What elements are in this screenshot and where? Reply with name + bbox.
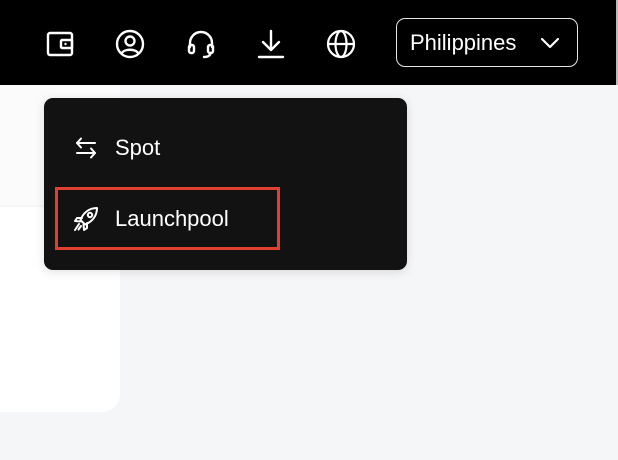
page: Philippines Spot Launchpool [0,0,618,460]
region-select[interactable]: Philippines [396,18,578,67]
user-icon[interactable] [113,27,147,61]
top-navigation-bar: Philippines [0,0,618,85]
download-icon[interactable] [254,27,288,61]
trade-dropdown-menu: Spot Launchpool [44,98,407,270]
region-label: Philippines [410,29,517,55]
swap-arrows-icon [72,134,100,162]
chevron-down-icon [540,37,560,49]
highlight-box [55,187,280,250]
wallet-icon[interactable] [43,27,77,61]
menu-item-label: Spot [115,135,161,160]
menu-item-spot[interactable]: Spot [44,116,407,180]
headset-icon[interactable] [184,27,218,61]
globe-icon[interactable] [324,27,358,61]
